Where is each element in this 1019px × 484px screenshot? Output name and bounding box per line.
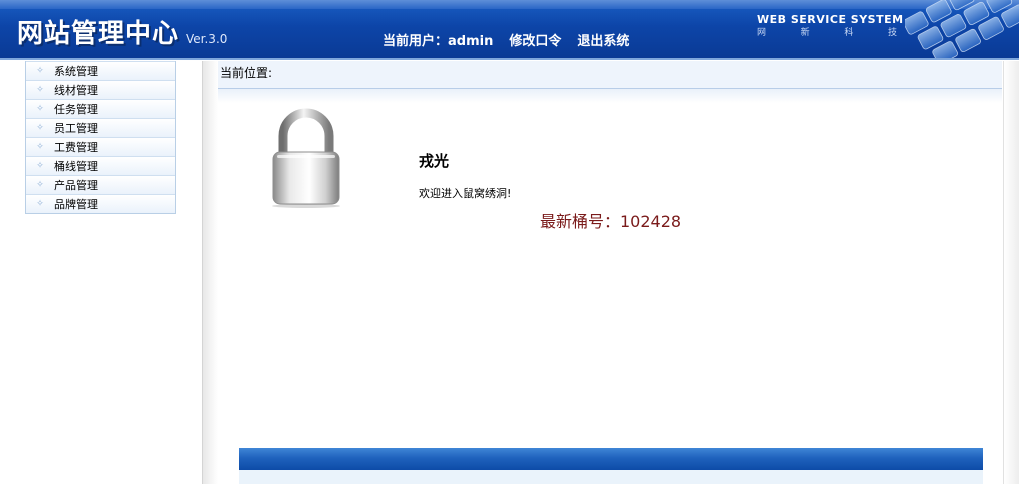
brand-char: 网 [757, 28, 767, 38]
brand-chinese: 网 新 科 技 [757, 25, 897, 38]
location-shadow [218, 89, 1002, 103]
brand-char: 科 [844, 28, 854, 38]
bullet-icon: ✧ [36, 104, 44, 114]
sidebar-item-task[interactable]: ✧ 任务管理 [26, 99, 175, 118]
sidebar-item-label: 工费管理 [54, 141, 98, 154]
footer-strip [239, 470, 983, 484]
sidebar-menu: ✧ 系统管理 ✧ 线材管理 ✧ 任务管理 ✧ 员工管理 ✧ 工费管理 ✧ 桶线管… [25, 61, 176, 214]
bullet-icon: ✧ [36, 199, 44, 209]
welcome-message: 欢迎进入鼠窝绣洞! [419, 187, 512, 200]
bullet-icon: ✧ [36, 180, 44, 190]
top-nav: 当前用户：admin 修改口令 退出系统 [383, 30, 629, 49]
welcome-name: 戎光 [419, 152, 450, 170]
keyboard-decoration [905, 0, 1019, 58]
latest-bucket-number: 最新桶号：102428 [540, 212, 682, 231]
app-title: 网站管理中心 [17, 19, 180, 49]
frame-divider[interactable] [202, 61, 218, 484]
location-label: 当前位置: [220, 66, 273, 80]
app-version: Ver.3.0 [186, 32, 228, 46]
bullet-icon: ✧ [36, 161, 44, 171]
sidebar-item-wire[interactable]: ✧ 线材管理 [26, 80, 175, 99]
bullet-icon: ✧ [36, 85, 44, 95]
sidebar-item-brand[interactable]: ✧ 品牌管理 [26, 194, 175, 213]
sidebar-item-label: 员工管理 [54, 122, 98, 135]
change-password-link[interactable]: 修改口令 [509, 30, 561, 49]
sidebar-item-label: 桶线管理 [54, 160, 98, 173]
sidebar-item-label: 任务管理 [54, 103, 98, 116]
sidebar-item-label: 产品管理 [54, 179, 98, 192]
sidebar-item-label: 品牌管理 [54, 198, 98, 211]
current-user-label: 当前用户：admin [383, 34, 494, 49]
footer-bar [239, 448, 983, 470]
sidebar-item-label: 线材管理 [54, 84, 98, 97]
location-bar: 当前位置: [218, 61, 1002, 89]
sidebar-item-system[interactable]: ✧ 系统管理 [26, 61, 175, 80]
bullet-icon: ✧ [36, 66, 44, 76]
logout-link[interactable]: 退出系统 [577, 30, 629, 49]
sidebar-item-labor-cost[interactable]: ✧ 工费管理 [26, 137, 175, 156]
brand-char: 新 [800, 28, 810, 38]
sidebar-item-label: 系统管理 [54, 65, 98, 78]
sidebar-item-product[interactable]: ✧ 产品管理 [26, 175, 175, 194]
bullet-icon: ✧ [36, 123, 44, 133]
sidebar-item-bucket-wire[interactable]: ✧ 桶线管理 [26, 156, 175, 175]
right-scrollbar[interactable] [1003, 61, 1019, 484]
header-banner: 网站管理中心 Ver.3.0 当前用户：admin 修改口令 退出系统 WEB … [0, 0, 1019, 60]
brand-char: 技 [887, 28, 897, 38]
header-top-strip [0, 0, 1019, 9]
lock-icon [272, 108, 340, 208]
bullet-icon: ✧ [36, 142, 44, 152]
sidebar-item-employee[interactable]: ✧ 员工管理 [26, 118, 175, 137]
